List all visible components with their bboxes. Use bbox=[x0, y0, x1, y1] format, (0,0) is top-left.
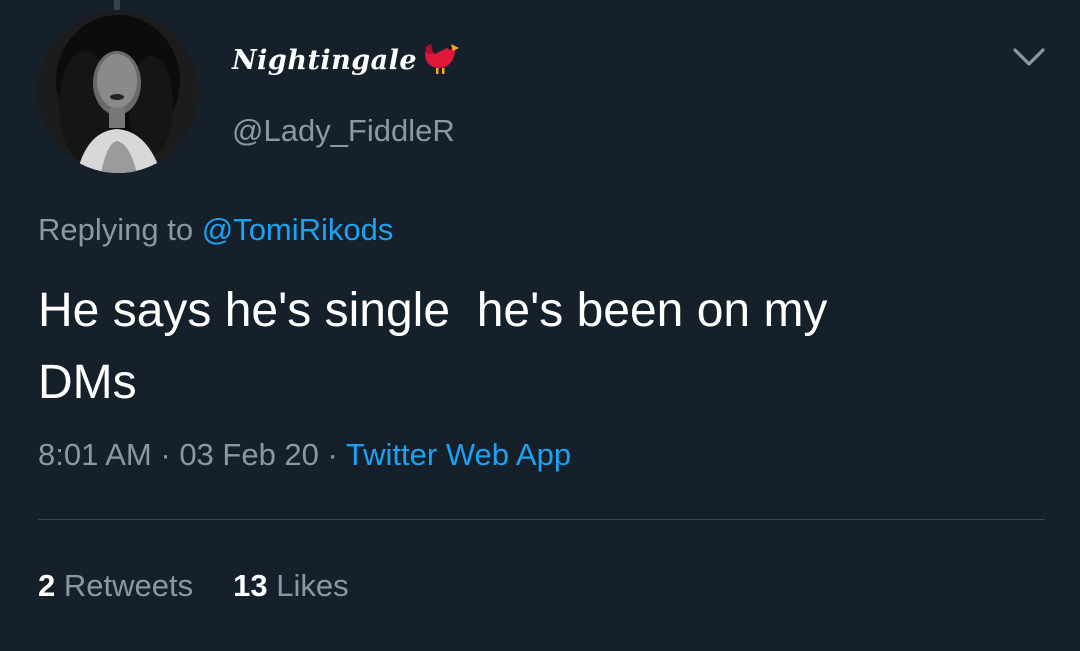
red-bird-icon bbox=[421, 38, 461, 83]
replying-to: Replying to @TomiRikods bbox=[38, 212, 393, 248]
reply-to-mention-link[interactable]: @TomiRikods bbox=[202, 212, 394, 247]
meta-separator: · bbox=[318, 437, 346, 472]
tweet-metadata: 8:01 AM · 03 Feb 20 · Twitter Web App bbox=[38, 437, 571, 473]
tweet-date[interactable]: 03 Feb 20 bbox=[179, 437, 319, 472]
tweet-detail: Nightingale @Lady_FiddleR Replying to @T… bbox=[0, 0, 1080, 651]
tweet-text: He says he's single he's been on my DMs bbox=[38, 284, 828, 409]
engagement-stats: 2 Retweets 13 Likes bbox=[38, 568, 349, 604]
replying-to-prefix: Replying to bbox=[38, 212, 194, 247]
likes-count: 13 bbox=[233, 568, 268, 603]
likes-label: Likes bbox=[276, 568, 349, 603]
retweets-stat[interactable]: 2 Retweets bbox=[38, 568, 193, 604]
display-name[interactable]: Nightingale bbox=[232, 45, 417, 76]
display-name-row[interactable]: Nightingale bbox=[232, 36, 461, 84]
avatar[interactable] bbox=[37, 11, 199, 173]
divider bbox=[38, 519, 1045, 520]
chevron-down-icon[interactable] bbox=[1011, 43, 1047, 71]
tweet-time[interactable]: 8:01 AM bbox=[38, 437, 152, 472]
tweet-source-link[interactable]: Twitter Web App bbox=[346, 437, 571, 472]
user-handle[interactable]: @Lady_FiddleR bbox=[232, 113, 455, 149]
retweets-label: Retweets bbox=[63, 568, 194, 603]
meta-separator: · bbox=[151, 437, 180, 472]
thread-connector-line bbox=[114, 0, 120, 10]
retweets-count: 2 bbox=[38, 568, 56, 603]
likes-stat[interactable]: 13 Likes bbox=[233, 568, 348, 604]
